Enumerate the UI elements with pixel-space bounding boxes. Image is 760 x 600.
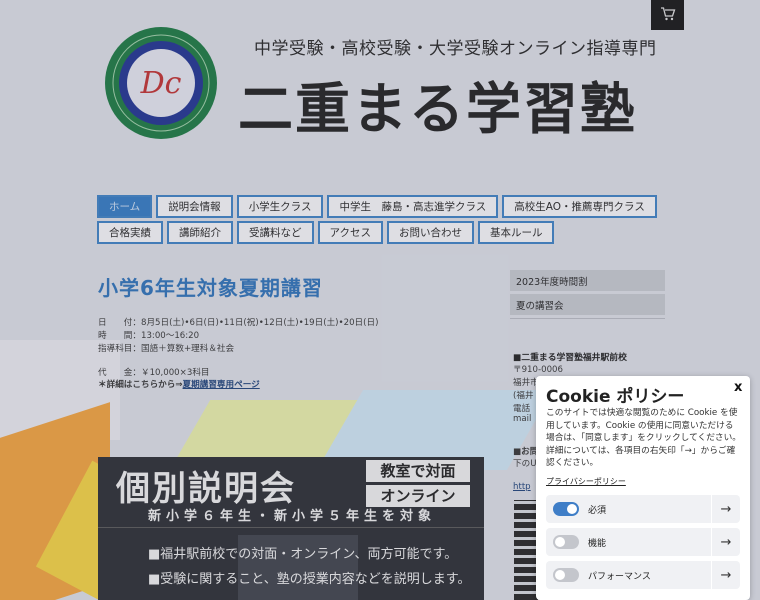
required-toggle[interactable] [553,502,579,516]
arrow-right-icon[interactable]: → [712,502,740,517]
functional-toggle[interactable] [553,535,579,549]
cookie-description: このサイトでは快適な閲覧のために Cookie を使用しています。Cookie … [546,408,741,469]
cookie-policy-dialog: Cookie ポリシー x このサイトでは快適な閲覧のために Cookie を使… [536,376,750,600]
cookie-category-performance[interactable]: パフォーマンス → [546,561,740,589]
cookie-category-label: 必須 [588,505,607,516]
arrow-right-icon[interactable]: → [712,535,740,550]
cookie-category-label: パフォーマンス [588,571,651,582]
privacy-policy-link[interactable]: プライバシーポリシー [546,476,626,487]
cookie-category-label: 機能 [588,538,607,549]
cookie-category-required[interactable]: 必須 → [546,495,740,523]
performance-toggle[interactable] [553,568,579,582]
close-icon[interactable]: x [734,380,742,395]
arrow-right-icon[interactable]: → [712,568,740,583]
cookie-category-functional[interactable]: 機能 → [546,528,740,556]
cookie-title: Cookie ポリシー [546,387,685,407]
